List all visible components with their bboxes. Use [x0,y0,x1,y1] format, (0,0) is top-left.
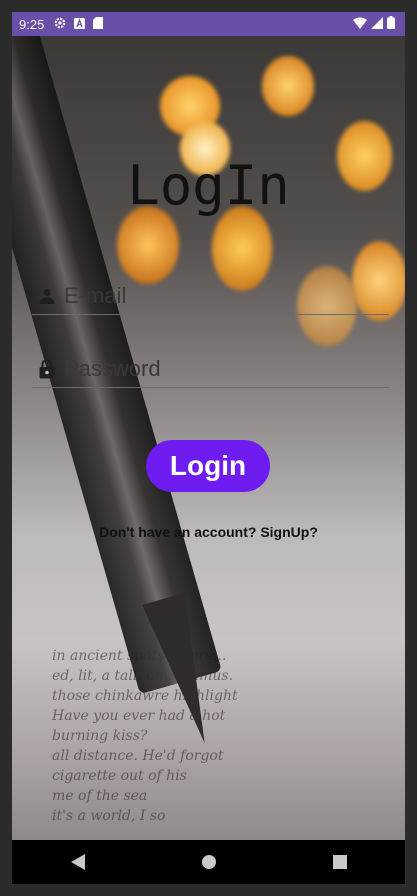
recents-icon[interactable] [320,842,360,882]
a-icon [74,17,86,32]
email-field[interactable] [64,283,364,309]
password-field[interactable] [64,356,364,382]
page-title: LogIn [127,154,290,217]
password-field-container [32,351,389,388]
back-icon[interactable] [58,842,98,882]
signup-link[interactable]: Don't have an account? SignUp? [12,524,405,540]
login-button[interactable]: Login [146,440,270,492]
login-screen: in ancient spots where... ed, lit, a tal… [12,36,405,840]
person-icon [36,288,58,304]
nav-bar [12,840,405,884]
email-field-container [32,278,389,315]
gear-icon [54,17,66,32]
status-time: 9:25 [19,16,45,32]
status-bar: 9:25 [12,12,405,36]
lock-icon [36,359,58,379]
battery-icon [387,16,395,32]
signal-icon [371,16,383,32]
phone-screen: 9:25 in ancient ed, lit, a tall, those c… [12,12,405,884]
wifi-icon [353,17,367,32]
sd-card-icon [93,16,104,32]
home-icon[interactable] [189,842,229,882]
